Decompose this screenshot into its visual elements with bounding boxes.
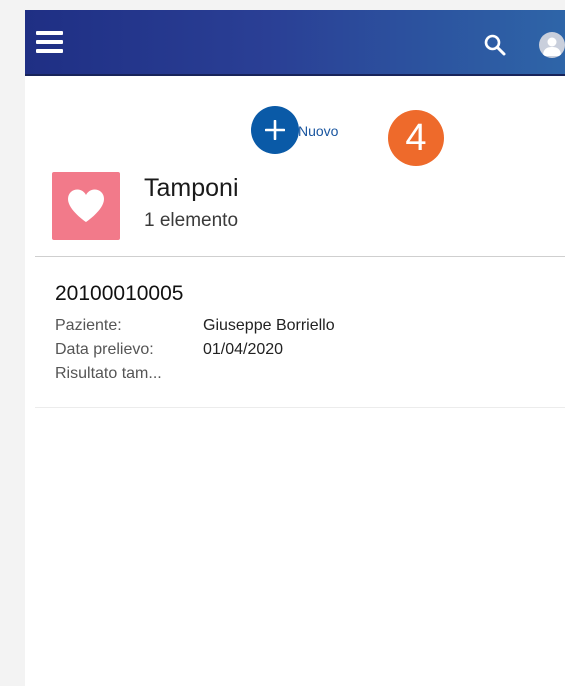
record-divider (35, 407, 565, 408)
heart-icon-graphic (68, 189, 104, 222)
field-label: Risultato tam... (55, 365, 162, 382)
user-avatar-icon[interactable] (539, 32, 565, 58)
field-value: Giuseppe Borriello (203, 317, 335, 334)
record-field-row: Data prelievo: 01/04/2020 (55, 341, 283, 359)
record-count: 1 elemento (144, 210, 239, 231)
field-value: 01/04/2020 (203, 341, 284, 358)
hamburger-line (36, 40, 63, 44)
top-navigation-bar (25, 10, 565, 76)
hamburger-menu-icon[interactable] (36, 31, 63, 53)
step-number-badge: 4 (388, 110, 444, 166)
new-record-button[interactable]: Nuovo (251, 106, 338, 154)
field-label: Data prelievo: (55, 341, 154, 358)
field-label: Paziente: (55, 317, 122, 334)
object-title: Tamponi (144, 174, 239, 202)
hamburger-line (36, 31, 63, 35)
avatar-silhouette-icon (543, 37, 561, 56)
search-icon[interactable] (483, 33, 507, 57)
plus-icon[interactable] (251, 106, 299, 154)
hamburger-line (36, 49, 63, 53)
record-id[interactable]: 20100010005 (55, 282, 183, 306)
app-screen: Nuovo 4 Tamponi 1 elemento 20100010005 P… (25, 10, 565, 686)
heart-icon (52, 172, 120, 240)
new-record-label[interactable]: Nuovo (298, 123, 338, 139)
plus-icon-graphic (265, 120, 285, 140)
search-icon-graphic (484, 34, 506, 56)
list-item[interactable]: 20100010005 Paziente: Giuseppe Borriello … (35, 268, 565, 408)
header-divider (35, 256, 565, 257)
record-field-row: Paziente: Giuseppe Borriello (55, 317, 335, 335)
record-field-row: Risultato tam... (55, 365, 203, 383)
